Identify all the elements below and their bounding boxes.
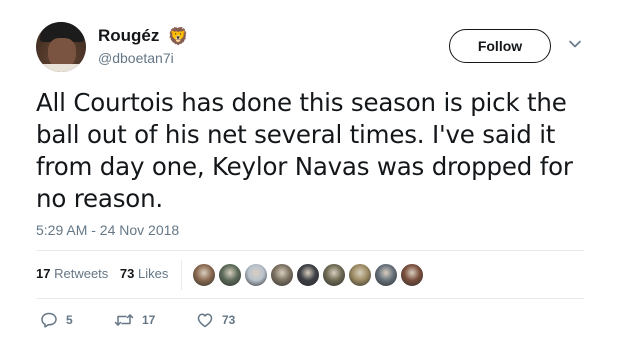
like-count: 73: [222, 313, 236, 327]
liker-avatar[interactable]: [322, 263, 346, 287]
follow-button[interactable]: Follow: [449, 29, 551, 63]
chevron-down-icon[interactable]: [568, 37, 582, 51]
retweet-count: 17: [142, 313, 156, 327]
liker-avatar[interactable]: [374, 263, 398, 287]
avatar-shirt: [36, 64, 86, 72]
reply-icon: [41, 312, 57, 328]
liker-avatar[interactable]: [218, 263, 242, 287]
lion-emoji-icon: 🦁: [167, 26, 190, 46]
liker-avatar[interactable]: [348, 263, 372, 287]
tweet-actions: 5 17 73: [40, 312, 256, 328]
liker-avatar[interactable]: [244, 263, 268, 287]
liker-avatar[interactable]: [400, 263, 424, 287]
retweet-icon: [114, 314, 134, 326]
tweet-card: Rougéz 🦁 @dboetan7i Follow All Courtois …: [0, 0, 620, 342]
like-button[interactable]: 73: [196, 312, 256, 328]
likes-count: 73: [119, 266, 135, 281]
retweets-label: Retweets: [54, 266, 109, 281]
author-block[interactable]: Rougéz 🦁 @dboetan7i: [98, 26, 189, 66]
stats-separator: [181, 260, 182, 290]
retweets-stat[interactable]: 17 Retweets: [36, 266, 108, 281]
likes-stat[interactable]: 73 Likes: [120, 266, 168, 281]
engagement-stats: 17 Retweets 73 Likes: [36, 266, 176, 281]
tweet-timestamp[interactable]: 5:29 AM - 24 Nov 2018: [36, 222, 179, 238]
liker-avatar[interactable]: [270, 263, 294, 287]
user-handle[interactable]: @dboetan7i: [98, 50, 189, 66]
likers-avatars: [192, 263, 426, 287]
liker-avatar[interactable]: [192, 263, 216, 287]
divider: [36, 250, 584, 251]
retweet-button[interactable]: 17: [114, 312, 196, 328]
display-name[interactable]: Rougéz: [98, 26, 159, 46]
avatar[interactable]: [36, 22, 86, 72]
reply-button[interactable]: 5: [40, 312, 114, 328]
divider: [36, 298, 584, 299]
heart-icon: [197, 313, 213, 328]
liker-avatar[interactable]: [296, 263, 320, 287]
tweet-text: All Courtois has done this season is pic…: [36, 88, 573, 213]
likes-label: Likes: [138, 266, 169, 281]
reply-count: 5: [66, 313, 73, 327]
retweets-count: 17: [36, 266, 51, 281]
